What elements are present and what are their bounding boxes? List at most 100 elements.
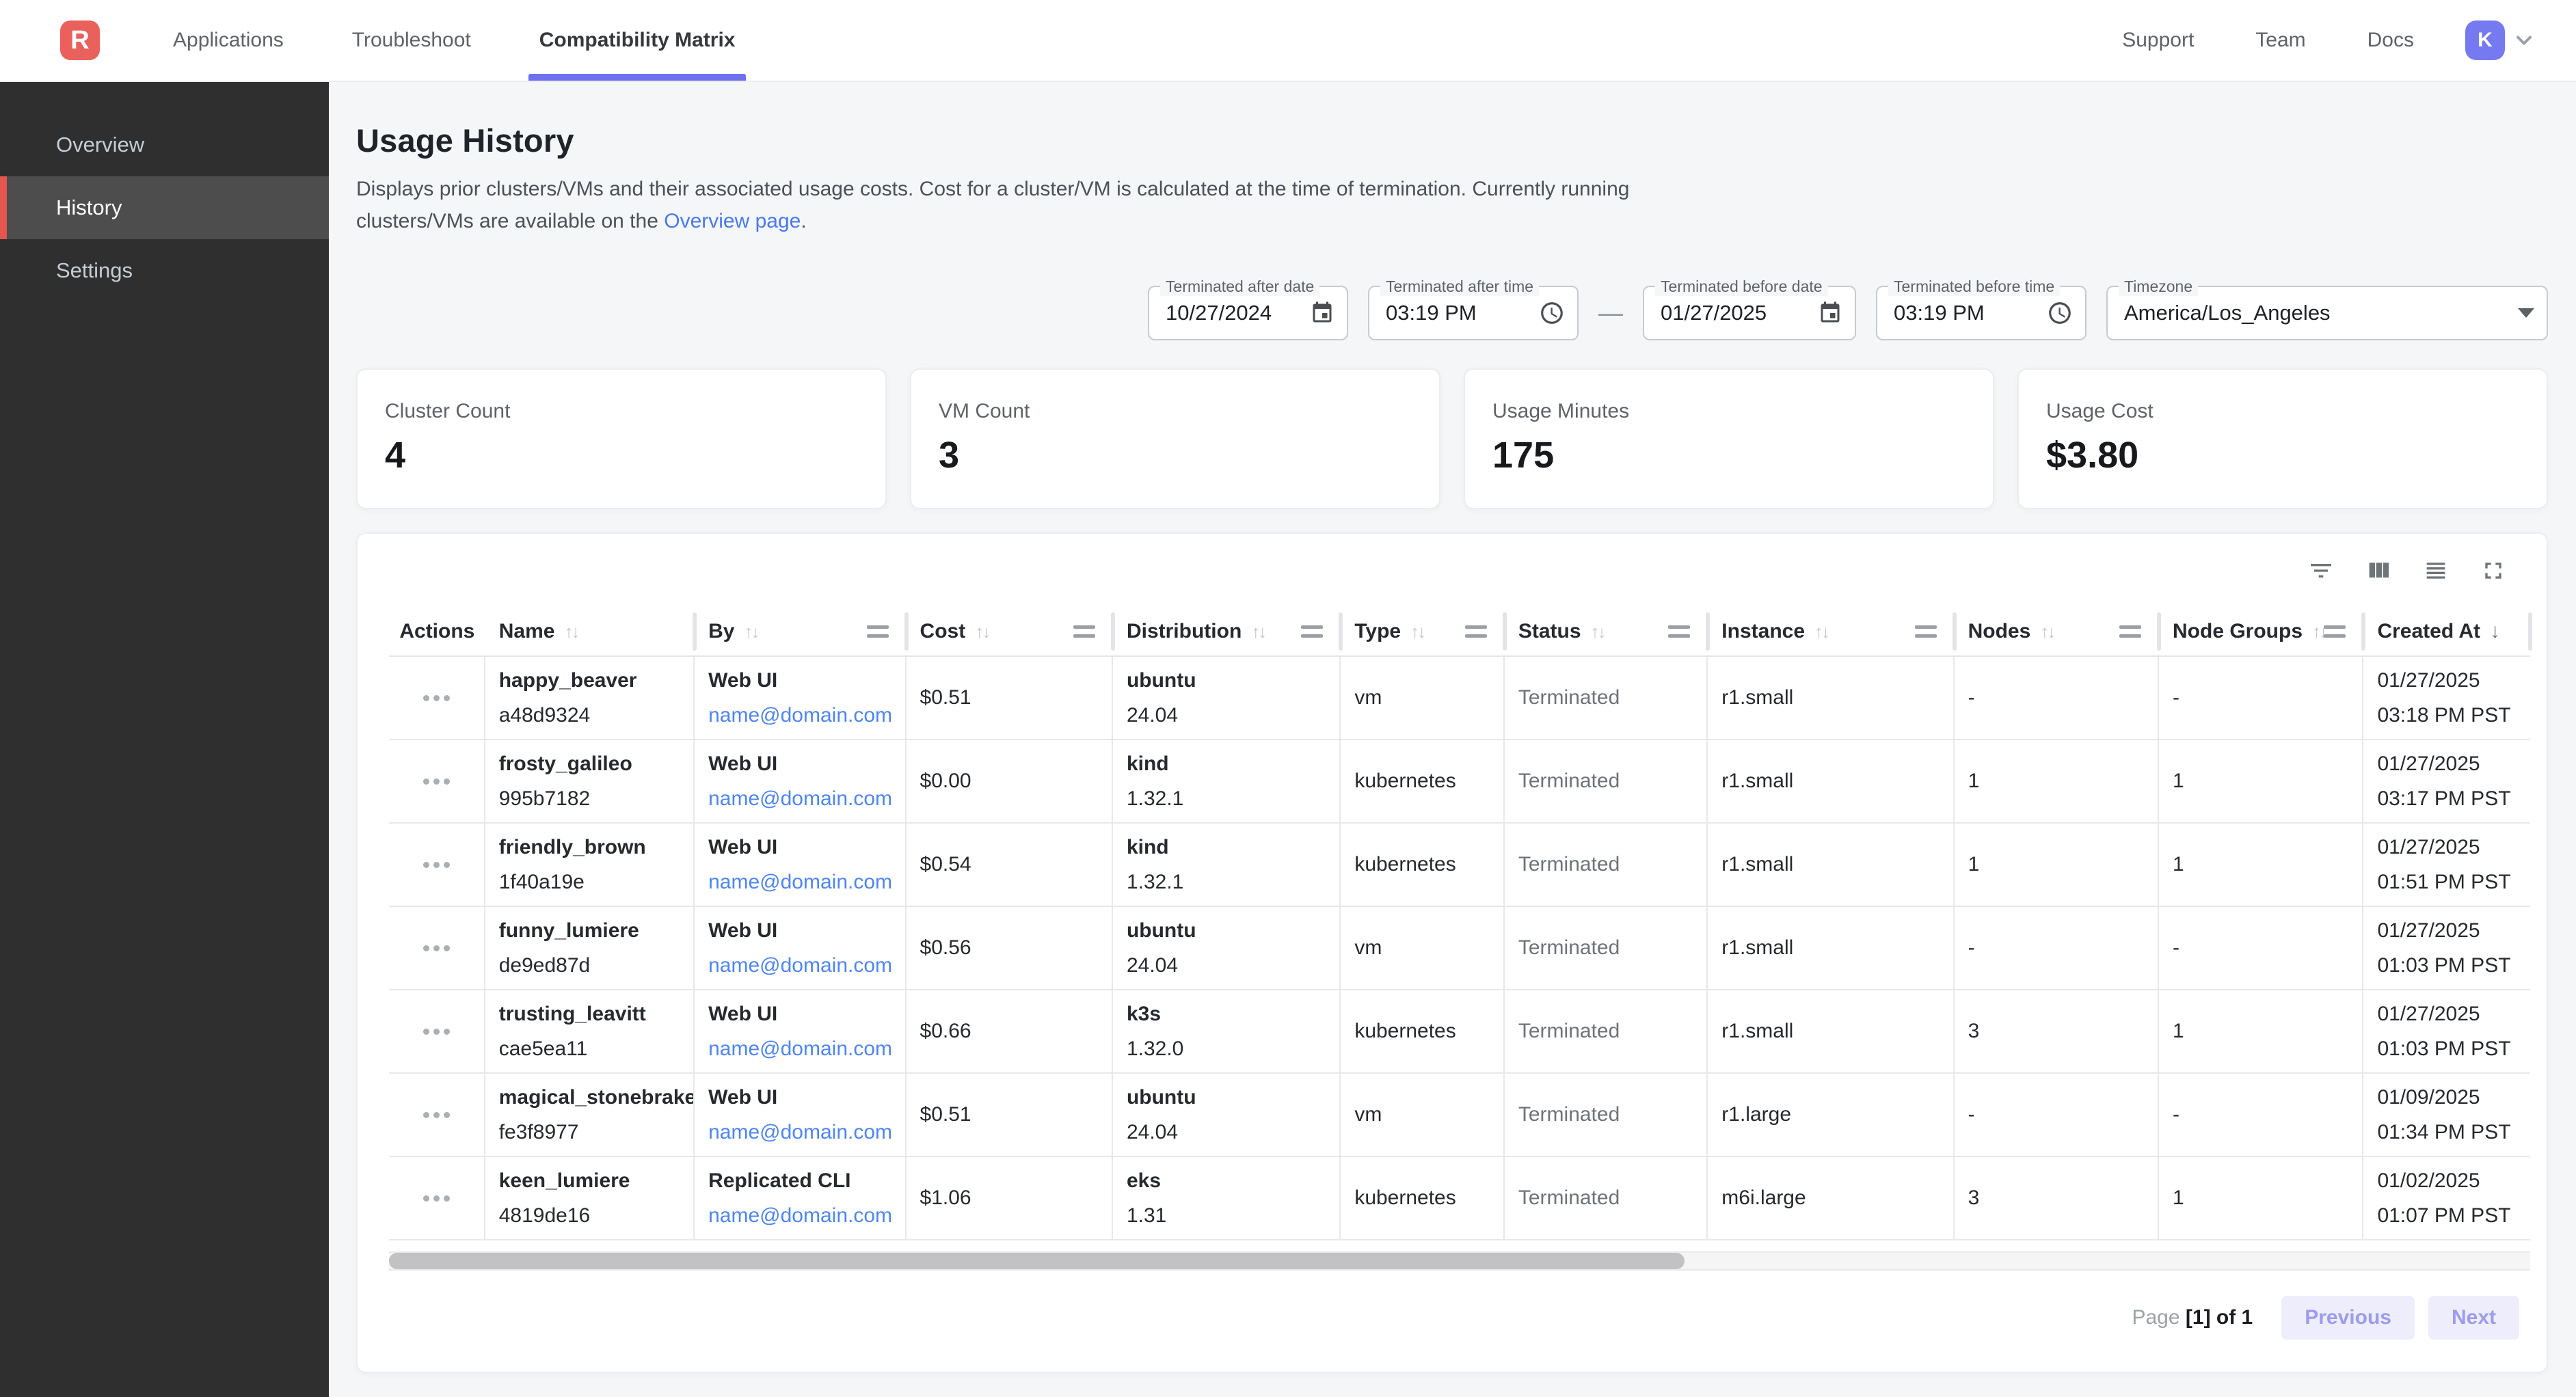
- terminated-before-time-value[interactable]: 03:19 PM: [1894, 301, 1985, 325]
- terminated-before-date-value[interactable]: 01/27/2025: [1661, 301, 1767, 325]
- email-link[interactable]: name@domain.com: [708, 703, 904, 728]
- column-resize-handle[interactable]: [2528, 612, 2532, 651]
- row-actions-button[interactable]: [423, 778, 450, 785]
- instance-value: r1.small: [1721, 1019, 1953, 1044]
- email-link[interactable]: name@domain.com: [708, 953, 904, 978]
- cell-name: trusting_leavittcae5ea11: [485, 990, 695, 1072]
- calendar-icon[interactable]: [1310, 301, 1334, 325]
- app-logo[interactable]: R: [60, 21, 100, 60]
- cell-type: vm: [1341, 1074, 1505, 1156]
- sidebar-item-overview[interactable]: Overview: [0, 113, 329, 176]
- previous-button[interactable]: Previous: [2281, 1296, 2415, 1340]
- row-actions-button[interactable]: [423, 1195, 450, 1202]
- row-actions-button[interactable]: [423, 1029, 450, 1035]
- cell-actions: [389, 1074, 485, 1156]
- user-menu[interactable]: K: [2465, 21, 2536, 60]
- stat-card-vm-count: VM Count3: [910, 368, 1440, 509]
- cell-line1: happy_beaver: [499, 668, 693, 693]
- instance-value: r1.small: [1721, 769, 1953, 794]
- cell-distribution: ubuntu24.04: [1113, 907, 1341, 989]
- column-header-node_groups[interactable]: Node Groups↑↓: [2159, 608, 2363, 655]
- page-value: [1] of 1: [2186, 1306, 2253, 1329]
- table-row: funny_lumierede9ed87dWeb UIname@domain.c…: [389, 907, 2530, 990]
- row-actions-button[interactable]: [423, 862, 450, 868]
- timezone-select[interactable]: Timezone America/Los_Angeles: [2106, 286, 2548, 340]
- stats-row: Cluster Count4VM Count3Usage Minutes175U…: [356, 368, 2548, 509]
- column-menu-icon[interactable]: [1465, 625, 1487, 638]
- cell-type: kubernetes: [1341, 824, 1505, 906]
- terminated-before-date-field[interactable]: Terminated before date 01/27/2025: [1643, 286, 1856, 340]
- terminated-after-date-value[interactable]: 10/27/2024: [1166, 301, 1272, 325]
- column-header-distribution[interactable]: Distribution↑↓: [1113, 608, 1341, 655]
- fullscreen-icon[interactable]: [2480, 557, 2507, 584]
- terminated-before-time-field[interactable]: Terminated before time 03:19 PM: [1876, 286, 2087, 340]
- sidebar-item-history[interactable]: History: [0, 176, 329, 239]
- email-link[interactable]: name@domain.com: [708, 1204, 904, 1228]
- column-header-nodes[interactable]: Nodes↑↓: [1955, 608, 2159, 655]
- row-actions-button[interactable]: [423, 1112, 450, 1118]
- chevron-down-icon[interactable]: [2512, 28, 2536, 53]
- column-menu-icon[interactable]: [1915, 625, 1937, 638]
- clock-icon[interactable]: [1539, 300, 1565, 326]
- email-link[interactable]: name@domain.com: [708, 1120, 904, 1145]
- column-menu-icon[interactable]: [867, 625, 889, 638]
- terminated-after-date-field[interactable]: Terminated after date 10/27/2024: [1148, 286, 1348, 340]
- column-menu-icon[interactable]: [2324, 625, 2346, 638]
- terminated-after-time-value[interactable]: 03:19 PM: [1386, 301, 1477, 325]
- cell-nodes: 3: [1955, 990, 2159, 1072]
- node-groups-value: -: [2173, 1102, 2362, 1127]
- column-menu-icon[interactable]: [1301, 625, 1323, 638]
- column-header-type[interactable]: Type↑↓: [1341, 608, 1505, 655]
- column-header-by[interactable]: By↑↓: [695, 608, 906, 655]
- timezone-label: Timezone: [2119, 277, 2198, 296]
- column-menu-icon[interactable]: [1668, 625, 1690, 638]
- density-icon[interactable]: [2422, 557, 2450, 584]
- sidebar-item-settings[interactable]: Settings: [0, 239, 329, 302]
- calendar-icon[interactable]: [1818, 301, 1842, 325]
- column-header-cost[interactable]: Cost↑↓: [907, 608, 1113, 655]
- sort-icons: ↑↓: [1251, 621, 1265, 642]
- link-support[interactable]: Support: [2122, 0, 2194, 81]
- column-menu-icon[interactable]: [2119, 625, 2141, 638]
- cell-line2: 1.32.1: [1127, 870, 1339, 895]
- cost-value: $0.66: [920, 1019, 1112, 1044]
- tab-compatibility-matrix[interactable]: Compatibility Matrix: [539, 0, 736, 81]
- cell-instance: r1.large: [1708, 1074, 1954, 1156]
- avatar[interactable]: K: [2465, 21, 2505, 60]
- timezone-value[interactable]: America/Los_Angeles: [2124, 301, 2331, 325]
- logo-letter: R: [70, 26, 89, 55]
- cell-line2: 01:03 PM PST: [2377, 953, 2530, 978]
- column-header-created_at[interactable]: Created At↓: [2363, 608, 2530, 655]
- tab-applications[interactable]: Applications: [173, 0, 284, 81]
- cell-line2: cae5ea11: [499, 1037, 693, 1061]
- column-header-status[interactable]: Status↑↓: [1505, 608, 1708, 655]
- clock-icon[interactable]: [2047, 300, 2073, 326]
- select-caret-icon[interactable]: [2518, 308, 2534, 318]
- filter-icon[interactable]: [2307, 557, 2335, 584]
- cell-by: Web UIname@domain.com: [695, 740, 906, 822]
- scrollbar-thumb[interactable]: [389, 1253, 1685, 1269]
- email-link[interactable]: name@domain.com: [708, 787, 904, 811]
- cell-nodes: 1: [1955, 824, 2159, 906]
- row-actions-button[interactable]: [423, 945, 450, 951]
- email-link[interactable]: name@domain.com: [708, 870, 904, 895]
- tab-troubleshoot[interactable]: Troubleshoot: [352, 0, 471, 81]
- instance-value: r1.small: [1721, 852, 1953, 877]
- terminated-after-time-field[interactable]: Terminated after time 03:19 PM: [1368, 286, 1579, 340]
- column-header-instance[interactable]: Instance↑↓: [1708, 608, 1954, 655]
- email-link[interactable]: name@domain.com: [708, 1037, 904, 1061]
- cell-by: Web UIname@domain.com: [695, 657, 906, 739]
- link-team[interactable]: Team: [2255, 0, 2305, 81]
- link-docs[interactable]: Docs: [2367, 0, 2414, 81]
- column-header-name[interactable]: Name↑↓: [485, 608, 695, 655]
- cell-line2: a48d9324: [499, 703, 693, 728]
- column-menu-icon[interactable]: [1073, 625, 1095, 638]
- next-button[interactable]: Next: [2428, 1296, 2519, 1340]
- row-actions-button[interactable]: [423, 695, 450, 701]
- overview-page-link[interactable]: Overview page: [664, 210, 801, 232]
- columns-icon[interactable]: [2365, 557, 2392, 584]
- horizontal-scrollbar[interactable]: [389, 1251, 2530, 1271]
- status-value: Terminated: [1518, 852, 1706, 877]
- nodes-value: 3: [1968, 1019, 2158, 1044]
- node-groups-value: 1: [2173, 1186, 2362, 1210]
